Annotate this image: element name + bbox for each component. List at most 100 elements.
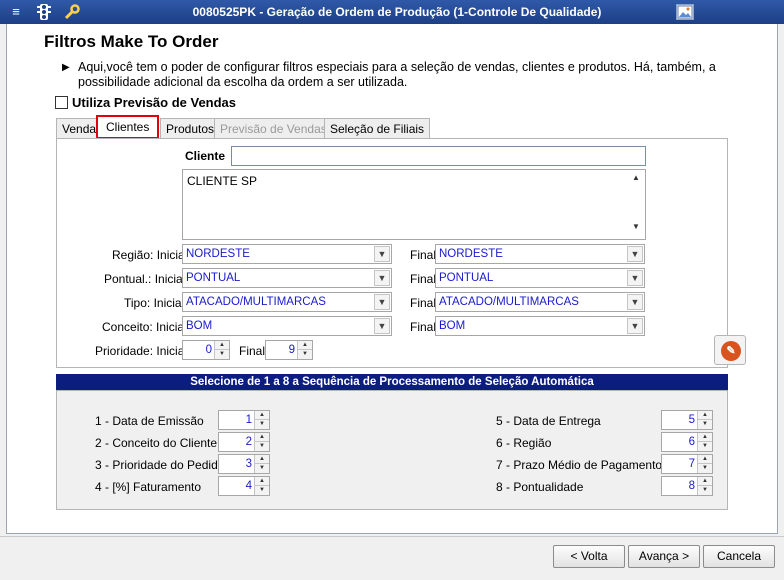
scroll-up-icon[interactable]: ▲ [628,173,644,187]
chevron-up-icon[interactable]: ▲ [255,411,269,420]
menu-icon[interactable]: ≡ [8,4,24,20]
next-button[interactable]: Avança > [628,545,700,568]
tipo-label: Tipo: Inicial [124,296,185,310]
image-icon[interactable] [676,4,694,20]
chevron-up-icon[interactable]: ▲ [698,477,712,486]
scroll-down-icon[interactable]: ▼ [628,222,644,236]
back-button[interactable]: < Volta [553,545,625,568]
prioridade-inicial-value: 0 [205,344,212,356]
prioridade-final-stepper[interactable]: 9 ▲ ▼ [265,340,313,360]
seq-value-8: 8 [688,480,695,492]
sequence-header: Selecione de 1 a 8 a Sequência de Proces… [56,374,728,390]
use-forecast-checkbox[interactable] [55,96,68,109]
pontual-inicial-select[interactable]: PONTUAL ▼ [182,268,392,288]
chevron-down-icon[interactable]: ▼ [374,246,390,262]
conceito-final-label: Final [410,320,437,334]
chevron-down-icon[interactable]: ▼ [374,294,390,310]
traffic-light-icon[interactable] [36,4,52,20]
chevron-up-icon[interactable]: ▲ [698,411,712,420]
wrench-icon[interactable] [64,4,80,20]
regiao-final-label: Final [410,248,437,262]
chevron-down-icon[interactable]: ▼ [627,270,643,286]
chevron-down-icon[interactable]: ▼ [374,318,390,334]
cancel-button[interactable]: Cancela [703,545,775,568]
chevron-up-icon[interactable]: ▲ [298,341,312,350]
chevron-down-icon[interactable]: ▼ [627,294,643,310]
prioridade-label: Prioridade: Inicial [95,344,188,358]
seq-stepper-7[interactable]: 7 ▲ ▼ [661,454,713,474]
chevron-down-icon[interactable]: ▼ [255,464,269,473]
tab-previsao-vendas: Previsão de Vendas [214,118,333,138]
seq-value-3: 3 [245,458,252,470]
tab-produtos[interactable]: Produtos [160,118,221,138]
conceito-label: Conceito: Inicial [102,320,187,334]
chevron-up-icon[interactable]: ▲ [255,477,269,486]
chevron-down-icon[interactable]: ▼ [698,420,712,429]
seq-value-7: 7 [688,458,695,470]
use-forecast-label: Utiliza Previsão de Vendas [72,95,237,110]
seq-label-1: 1 - Data de Emissão [95,414,204,428]
chevron-down-icon[interactable]: ▼ [698,486,712,495]
regiao-inicial-select[interactable]: NORDESTE ▼ [182,244,392,264]
seq-stepper-4[interactable]: 4 ▲ ▼ [218,476,270,496]
chevron-down-icon[interactable]: ▼ [255,486,269,495]
cliente-list-scrollbar[interactable]: ▲ ▼ [628,171,644,238]
chevron-up-icon[interactable]: ▲ [255,433,269,442]
seq-stepper-5[interactable]: 5 ▲ ▼ [661,410,713,430]
seq-value-4: 4 [245,480,252,492]
chevron-down-icon[interactable]: ▼ [698,464,712,473]
prioridade-final-value: 9 [288,344,295,356]
regiao-label: Região: Inicial [112,248,188,262]
cliente-input[interactable] [231,146,646,166]
chevron-down-icon[interactable]: ▼ [255,442,269,451]
tipo-final-select[interactable]: ATACADO/MULTIMARCAS ▼ [435,292,645,312]
conceito-inicial-select[interactable]: BOM ▼ [182,316,392,336]
eraser-icon: ✎ [721,341,741,361]
chevron-up-icon[interactable]: ▲ [698,455,712,464]
regiao-inicial-value: NORDESTE [186,248,250,260]
chevron-up-icon[interactable]: ▲ [698,433,712,442]
cliente-list[interactable]: CLIENTE SP ▲ ▼ [182,169,646,240]
seq-label-5: 5 - Data de Entrega [496,414,601,428]
chevron-up-icon[interactable]: ▲ [255,455,269,464]
page-title: Filtros Make To Order [44,32,219,51]
seq-stepper-8[interactable]: 8 ▲ ▼ [661,476,713,496]
list-item[interactable]: CLIENTE SP [187,174,257,188]
conceito-inicial-value: BOM [186,320,213,332]
seq-label-2: 2 - Conceito do Cliente [95,436,218,450]
seq-label-7: 7 - Prazo Médio de Pagamento [496,458,663,472]
tipo-final-label: Final [410,296,437,310]
chevron-down-icon[interactable]: ▼ [627,318,643,334]
tipo-inicial-select[interactable]: ATACADO/MULTIMARCAS ▼ [182,292,392,312]
conceito-final-select[interactable]: BOM ▼ [435,316,645,336]
chevron-down-icon[interactable]: ▼ [698,442,712,451]
prioridade-inicial-stepper[interactable]: 0 ▲ ▼ [182,340,230,360]
chevron-down-icon[interactable]: ▼ [215,350,229,359]
tab-selecao-filiais[interactable]: Seleção de Filiais [324,118,431,138]
seq-stepper-6[interactable]: 6 ▲ ▼ [661,432,713,452]
seq-stepper-3[interactable]: 3 ▲ ▼ [218,454,270,474]
regiao-final-value: NORDESTE [439,248,503,260]
footer-divider [0,536,784,537]
chevron-up-icon[interactable]: ▲ [215,341,229,350]
seq-stepper-2[interactable]: 2 ▲ ▼ [218,432,270,452]
seq-value-2: 2 [245,436,252,448]
pontual-label: Pontual.: Inicial [104,272,186,286]
regiao-final-select[interactable]: NORDESTE ▼ [435,244,645,264]
use-forecast-checkbox-row[interactable]: Utiliza Previsão de Vendas [55,95,236,110]
conceito-final-value: BOM [439,320,466,332]
chevron-down-icon[interactable]: ▼ [298,350,312,359]
window-title: 0080525PK - Geração de Ordem de Produção… [192,5,602,19]
pontual-final-value: PONTUAL [439,272,494,284]
pontual-final-select[interactable]: PONTUAL ▼ [435,268,645,288]
chevron-down-icon[interactable]: ▼ [627,246,643,262]
clear-filters-button[interactable]: ✎ [714,335,746,365]
page-description: Aqui,você tem o poder de configurar filt… [78,60,716,89]
seq-stepper-1[interactable]: 1 ▲ ▼ [218,410,270,430]
tab-clientes[interactable]: Clientes [96,115,160,139]
seq-label-6: 6 - Região [496,436,552,450]
chevron-down-icon[interactable]: ▼ [255,420,269,429]
prioridade-final-label: Final [239,344,266,358]
title-bar: ≡ 0080525PK - Geração de Ordem de Produç… [0,0,784,24]
chevron-down-icon[interactable]: ▼ [374,270,390,286]
